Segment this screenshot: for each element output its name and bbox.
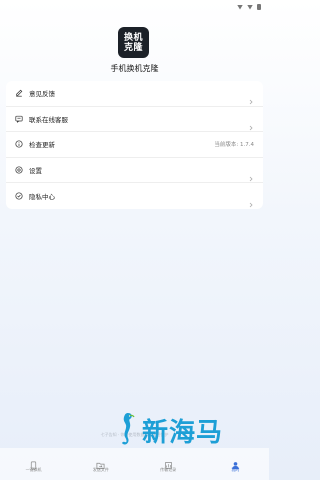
menu-item-settings[interactable]: 设置 — [6, 158, 263, 184]
edit-icon — [15, 89, 23, 97]
seahorse-logo-icon — [122, 413, 135, 445]
chevron-right-icon — [248, 116, 254, 131]
menu-item-check-update[interactable]: 检查更新 当前版本: 1.7.4 — [6, 132, 263, 158]
person-icon — [231, 455, 240, 470]
chevron-right-icon — [248, 193, 254, 208]
wifi-icon — [237, 4, 243, 10]
chat-icon — [15, 115, 23, 123]
menu-item-label: 检查更新 — [29, 141, 55, 150]
app-name: 手机换机克隆 — [110, 64, 159, 73]
status-bar — [0, 0, 269, 14]
signal-icon — [247, 4, 253, 10]
version-text: 当前版本: 1.7.4 — [214, 142, 254, 149]
menu-item-label: 设置 — [29, 167, 42, 176]
nav-item-send-file[interactable]: 发送文件 — [76, 455, 126, 473]
menu-item-privacy[interactable]: 隐私中心 — [6, 183, 263, 209]
menu-card: 意见反馈 联系在线客服 检查更新 当前版本: 1.7.4 设置 隐私中心 — [6, 81, 263, 209]
nav-label: 传输记录 — [160, 467, 177, 472]
app-logo: 换机 克隆 — [118, 27, 149, 58]
app-logo-line1: 换机 — [123, 32, 143, 43]
record-icon — [164, 455, 173, 470]
nav-item-transfer-record[interactable]: 传输记录 — [143, 455, 193, 473]
info-icon — [15, 140, 23, 149]
settings-icon — [15, 166, 23, 174]
nav-item-mine[interactable]: 我的 — [210, 455, 260, 473]
send-folder-icon — [96, 455, 105, 470]
menu-item-label: 意见反馈 — [29, 90, 55, 99]
battery-icon — [257, 4, 261, 10]
watermark-text: 新海马 — [142, 417, 224, 448]
privacy-icon — [15, 192, 23, 200]
nav-item-one-key-switch[interactable]: 一键换机 — [9, 455, 59, 473]
menu-item-label: 联系在线客服 — [29, 115, 68, 124]
chevron-right-icon — [248, 90, 254, 105]
watermark: 新海马 — [118, 410, 223, 450]
menu-item-online-service[interactable]: 联系在线客服 — [6, 107, 263, 133]
menu-item-feedback[interactable]: 意见反馈 — [6, 81, 263, 107]
phone-icon — [29, 455, 38, 470]
menu-item-label: 隐私中心 — [29, 193, 55, 202]
bottom-nav: 一键换机 发送文件 传输记录 我的 — [0, 448, 269, 480]
chevron-right-icon — [248, 167, 254, 182]
nav-label: 我的 — [231, 467, 240, 472]
nav-label: 发送文件 — [92, 467, 109, 472]
app-logo-line2: 克隆 — [123, 42, 143, 53]
nav-label: 一键换机 — [25, 467, 42, 472]
